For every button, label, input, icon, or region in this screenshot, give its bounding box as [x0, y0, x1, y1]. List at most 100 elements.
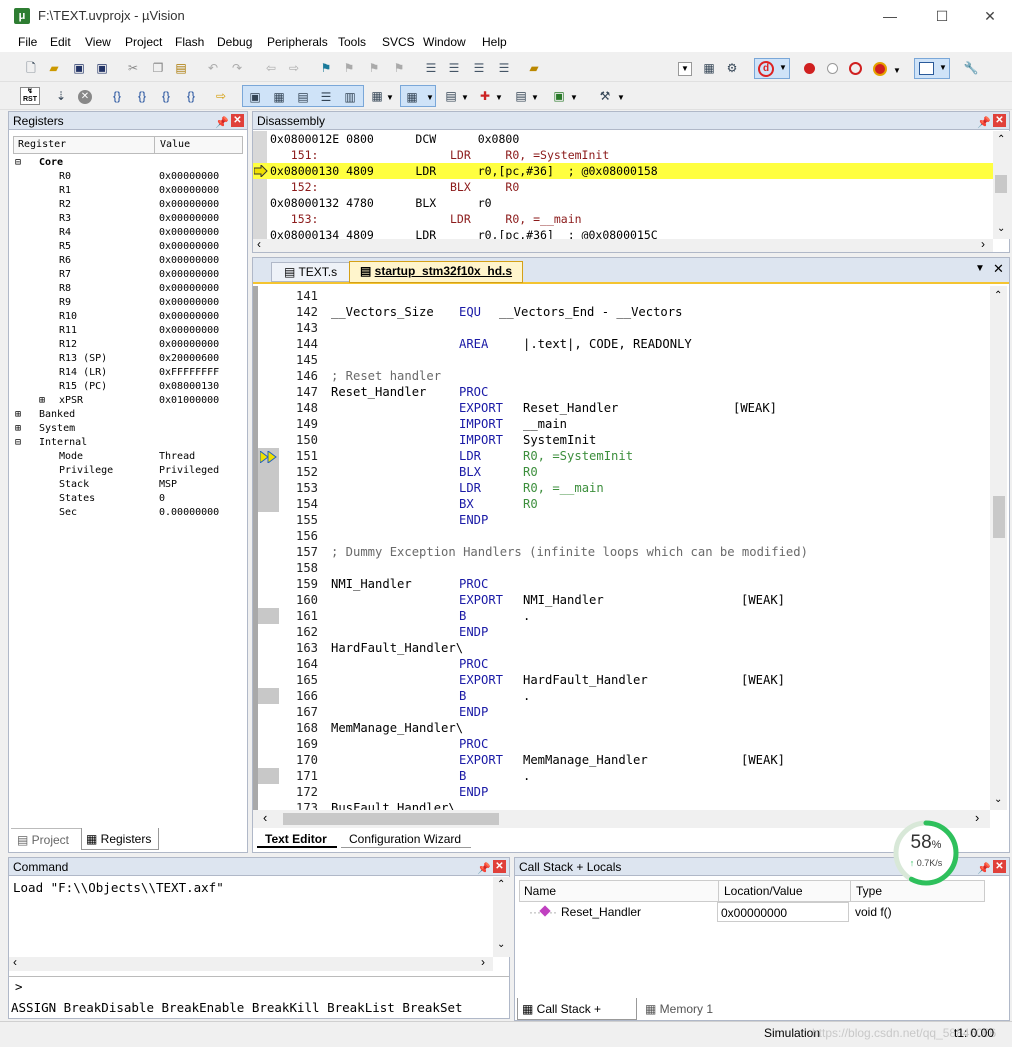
register-name[interactable]: R12	[59, 338, 77, 352]
col-type[interactable]: Type	[856, 881, 882, 901]
stop-icon[interactable]: ✕	[78, 90, 92, 104]
internal-item-name[interactable]: Stack	[59, 478, 89, 492]
chevron-down-icon[interactable]: ▼	[495, 93, 503, 102]
tab-call-stack-locals[interactable]: ▦ Call Stack + Locals	[517, 998, 637, 1038]
call-stack-row[interactable]: ······· Reset_Handler 0x00000000 void f(…	[519, 902, 985, 922]
register-value[interactable]: 0x08000130	[159, 380, 219, 394]
open-folder-icon[interactable]: ▰	[45, 59, 63, 77]
menu-view[interactable]: View	[85, 35, 111, 49]
symbols-window-icon[interactable]: ▤	[294, 88, 312, 106]
code-line[interactable]: 156	[258, 528, 990, 544]
kill-breakpoints-icon[interactable]	[873, 62, 887, 76]
incremental-find-icon[interactable]: ⚙	[723, 59, 741, 77]
code-line[interactable]: 149 IMPORT __main	[258, 416, 990, 432]
menu-window[interactable]: Window	[423, 35, 466, 49]
internal-item-value[interactable]: 0.00000000	[159, 506, 219, 520]
code-line[interactable]: 147 Reset_Handler PROC	[258, 384, 990, 400]
code-line[interactable]: 151 LDR R0, =SystemInit	[258, 448, 990, 464]
register-name[interactable]: xPSR	[59, 394, 83, 408]
find-icon[interactable]: ▦	[700, 59, 718, 77]
pin-icon[interactable]: 📌	[215, 114, 229, 132]
register-value[interactable]: 0x00000000	[159, 240, 219, 254]
code-line[interactable]: 169 PROC	[258, 736, 990, 752]
scroll-left-icon[interactable]: ‹	[263, 810, 267, 825]
comment-icon[interactable]: ☰	[470, 59, 488, 77]
register-value[interactable]: 0x00000000	[159, 198, 219, 212]
disassembly-vscrollbar[interactable]: ⌃ ⌄	[993, 131, 1010, 239]
disassembly-line[interactable]: 151: LDR R0, =SystemInit	[253, 147, 993, 163]
register-name[interactable]: R10	[59, 310, 77, 324]
register-value[interactable]: 0x00000000	[159, 170, 219, 184]
bookmark-icon[interactable]: ⚑	[317, 59, 335, 77]
tab-registers[interactable]: ▦ Registers	[81, 828, 159, 850]
disassembly-window-icon[interactable]: ▦	[270, 88, 288, 106]
maximize-button[interactable]: ☐	[932, 6, 952, 26]
run-icon[interactable]: ⇣	[52, 87, 70, 105]
internal-item-name[interactable]: Sec	[59, 506, 77, 520]
next-bookmark-icon[interactable]: ⚑	[365, 59, 383, 77]
disassembly-line[interactable]: 0x0800012E 0800 DCW 0x0800	[253, 131, 993, 147]
window-layout-button[interactable]: ▼	[914, 58, 950, 79]
menu-help[interactable]: Help	[482, 35, 507, 49]
chevron-down-icon[interactable]: ▼	[570, 93, 578, 102]
menu-svcs[interactable]: SVCS	[382, 35, 415, 49]
code-line[interactable]: 171 B.	[258, 768, 990, 784]
close-panel-icon[interactable]: ✕	[493, 860, 506, 873]
scroll-right-icon[interactable]: ›	[975, 810, 979, 825]
cut-icon[interactable]: ✂	[124, 59, 142, 77]
chevron-down-icon[interactable]: ▼	[893, 66, 901, 75]
nav-back-icon[interactable]: ⇦	[262, 59, 280, 77]
menu-edit[interactable]: Edit	[50, 35, 71, 49]
enable-breakpoint-icon[interactable]	[827, 63, 838, 74]
close-tab-icon[interactable]: ✕	[993, 261, 1004, 277]
close-window-button[interactable]: ✕	[980, 6, 1000, 26]
register-name[interactable]: R5	[59, 240, 71, 254]
tab-text-editor[interactable]: Text Editor	[257, 830, 337, 848]
chevron-down-icon[interactable]: ▼	[386, 93, 394, 102]
code-line[interactable]: 155 ENDP	[258, 512, 990, 528]
register-value[interactable]: 0x00000000	[159, 184, 219, 198]
unindent-icon[interactable]: ☰	[445, 59, 463, 77]
menu-peripherals[interactable]: Peripherals	[267, 35, 328, 49]
pin-icon[interactable]: 📌	[977, 114, 991, 132]
internal-item-name[interactable]: States	[59, 492, 95, 506]
code-line[interactable]: 173 BusFault_Handler\	[258, 800, 990, 810]
scroll-left-icon[interactable]: ‹	[257, 237, 261, 251]
scroll-up-icon[interactable]: ⌃	[497, 879, 505, 890]
code-line[interactable]: 153 LDR R0, =__main	[258, 480, 990, 496]
disable-breakpoints-icon[interactable]	[849, 62, 862, 75]
register-name[interactable]: R14 (LR)	[59, 366, 107, 380]
disassembly-hscrollbar[interactable]: ‹ ›	[253, 237, 993, 252]
internal-group-label[interactable]: Internal	[39, 436, 87, 450]
scroll-down-icon[interactable]: ⌄	[994, 794, 1002, 805]
disassembly-line[interactable]: 153: LDR R0, =__main	[253, 211, 993, 227]
register-name[interactable]: R8	[59, 282, 71, 296]
system-group-label[interactable]: System	[39, 422, 75, 436]
tab-text-s[interactable]: ▤ TEXT.s	[271, 262, 351, 282]
menu-project[interactable]: Project	[125, 35, 162, 49]
code-line[interactable]: 162 ENDP	[258, 624, 990, 640]
internal-item-name[interactable]: Mode	[59, 450, 83, 464]
menu-debug[interactable]: Debug	[217, 35, 252, 49]
code-line[interactable]: 146 ; Reset handler	[258, 368, 990, 384]
register-value[interactable]: 0x00000000	[159, 324, 219, 338]
code-line[interactable]: 160 EXPORT NMI_Handler [WEAK]	[258, 592, 990, 608]
close-panel-icon[interactable]: ✕	[993, 860, 1006, 873]
nav-forward-icon[interactable]: ⇨	[285, 59, 303, 77]
tab-memory-1[interactable]: ▦ Memory 1	[641, 998, 721, 1020]
serial-window-icon[interactable]: ▤	[442, 87, 460, 105]
register-name[interactable]: R6	[59, 254, 71, 268]
run-to-cursor-icon[interactable]: {}	[182, 87, 200, 105]
code-line[interactable]: 170 EXPORT MemManage_Handler [WEAK]	[258, 752, 990, 768]
paste-icon[interactable]: ▤	[172, 59, 190, 77]
code-line[interactable]: 144 AREA |.text|, CODE, READONLY	[258, 336, 990, 352]
insert-breakpoint-icon[interactable]	[804, 63, 815, 74]
code-line[interactable]: 167 ENDP	[258, 704, 990, 720]
configure-tools-icon[interactable]: 🔧	[962, 59, 980, 77]
code-line[interactable]: 145	[258, 352, 990, 368]
internal-item-value[interactable]: MSP	[159, 478, 177, 492]
save-all-icon[interactable]: ▣	[93, 59, 111, 77]
toolbox-icon[interactable]: ⚒	[596, 87, 614, 105]
scroll-up-icon[interactable]: ⌃	[994, 290, 1002, 301]
undo-icon[interactable]: ↶	[204, 59, 222, 77]
